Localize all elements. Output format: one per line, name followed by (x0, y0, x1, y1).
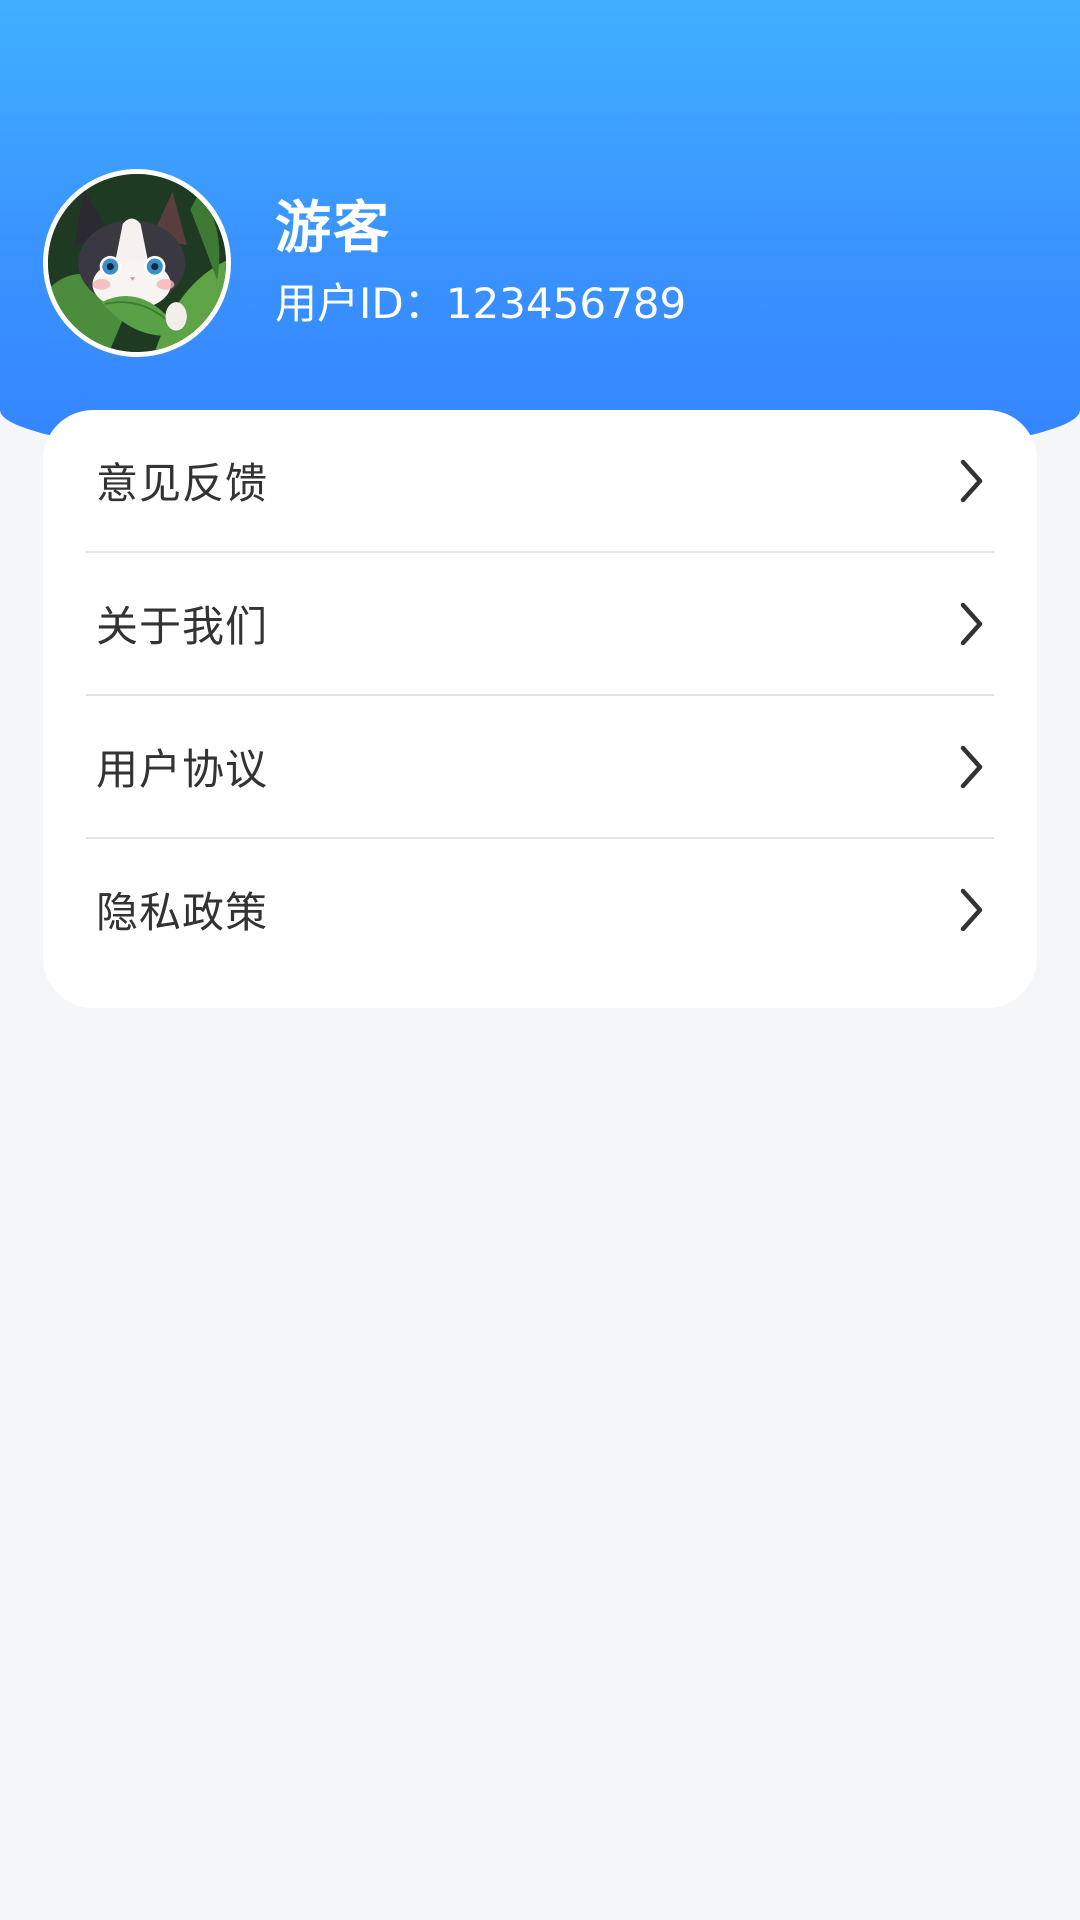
username: 游客 (275, 196, 391, 261)
profile-page: 游客 用户ID： 123456789 意见反馈 关于我们 用户协议 隐私政策 (0, 0, 1080, 1920)
avatar-cat-image (48, 174, 226, 352)
menu-item-about-us[interactable]: 关于我们 (86, 553, 994, 696)
menu-item-label: 关于我们 (96, 602, 269, 651)
menu-item-privacy-policy[interactable]: 隐私政策 (86, 839, 994, 980)
profile-text: 游客 用户ID： 123456789 (275, 194, 686, 332)
menu-item-label: 隐私政策 (96, 888, 269, 937)
chevron-right-icon (960, 602, 983, 645)
user-id-value: 123456789 (445, 279, 687, 328)
profile-section: 游客 用户ID： 123456789 (43, 167, 686, 359)
menu-item-feedback[interactable]: 意见反馈 (86, 410, 994, 553)
chevron-right-icon (960, 459, 983, 502)
chevron-right-icon (960, 888, 983, 931)
avatar[interactable] (43, 169, 231, 357)
chevron-right-icon (960, 745, 983, 788)
user-id-label: 用户ID： (275, 279, 446, 328)
user-id-row: 用户ID： 123456789 (275, 276, 686, 332)
menu-item-label: 用户协议 (96, 745, 269, 794)
menu-card: 意见反馈 关于我们 用户协议 隐私政策 (43, 410, 1037, 1008)
menu-item-user-agreement[interactable]: 用户协议 (86, 696, 994, 839)
menu-item-label: 意见反馈 (96, 459, 269, 508)
